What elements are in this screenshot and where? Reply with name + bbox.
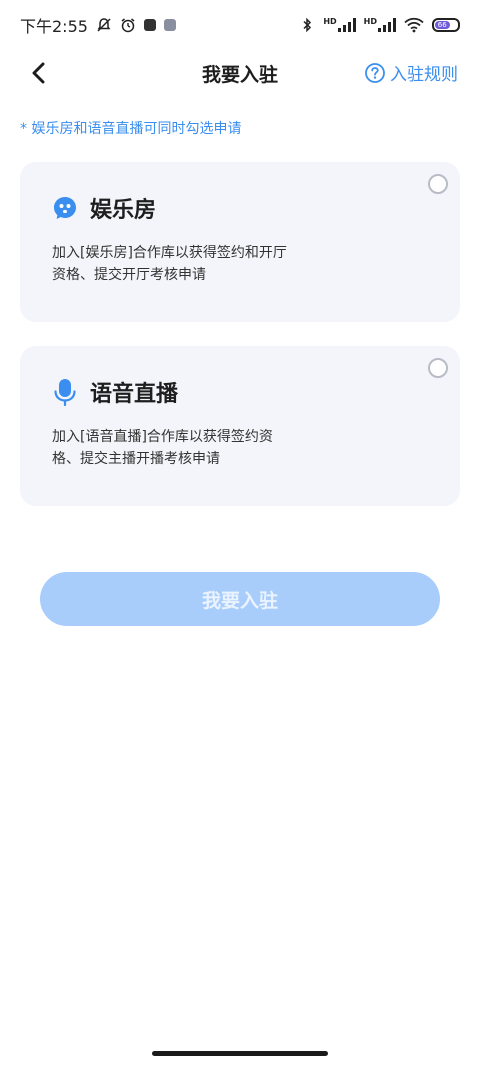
question-circle-icon [365, 62, 385, 83]
submit-button[interactable]: 我要入驻 [40, 572, 440, 626]
rules-link[interactable]: 入驻规则 [364, 60, 458, 85]
option-card-entertainment-room[interactable]: 娱乐房 加入[娱乐房]合作库以获得签约和开厅资格、提交开厅考核申请 [20, 162, 460, 322]
status-time: 下午2:55 [20, 17, 88, 36]
header: 我要入驻 入驻规则 [0, 48, 480, 98]
app-notification-icon [143, 19, 156, 31]
chat-face-icon [54, 197, 76, 219]
screen: 下午2:55 HD HD 66 我要入驻 入驻规则 * 娱乐房和语音直播可同时勾… [0, 0, 480, 1066]
card-title: 语音直播 [90, 382, 179, 407]
option-card-voice-live[interactable]: 语音直播 加入[语音直播]合作库以获得签约资格、提交主播开播考核申请 [20, 346, 460, 506]
card-description: 加入[娱乐房]合作库以获得签约和开厅资格、提交开厅考核申请 [52, 245, 287, 283]
wifi-icon [404, 17, 424, 33]
signal-icon: HD [323, 17, 356, 32]
card-title: 娱乐房 [90, 198, 157, 223]
bluetooth-icon [303, 17, 312, 33]
selection-tip: * 娱乐房和语音直播可同时勾选申请 [20, 121, 242, 137]
card-title-row: 语音直播 [52, 376, 428, 408]
signal-icon-2: HD [364, 17, 396, 32]
radio-entertainment-room[interactable] [428, 174, 448, 194]
mute-bell-icon [97, 18, 111, 32]
microphone-icon [54, 379, 76, 406]
status-bar: 下午2:55 HD HD 66 [0, 0, 480, 50]
alarm-icon [121, 18, 135, 33]
radio-voice-live[interactable] [428, 358, 448, 378]
status-right: HD HD 66 [299, 17, 460, 33]
battery-level: 66 [435, 21, 450, 29]
app-notification-icon-2 [163, 19, 176, 31]
battery-icon: 66 [432, 18, 460, 32]
rules-link-label: 入驻规则 [390, 65, 458, 85]
home-indicator[interactable] [152, 1051, 328, 1056]
card-description: 加入[语音直播]合作库以获得签约资格、提交主播开播考核申请 [52, 429, 273, 467]
status-left: 下午2:55 [20, 13, 176, 37]
card-title-row: 娱乐房 [52, 192, 428, 224]
